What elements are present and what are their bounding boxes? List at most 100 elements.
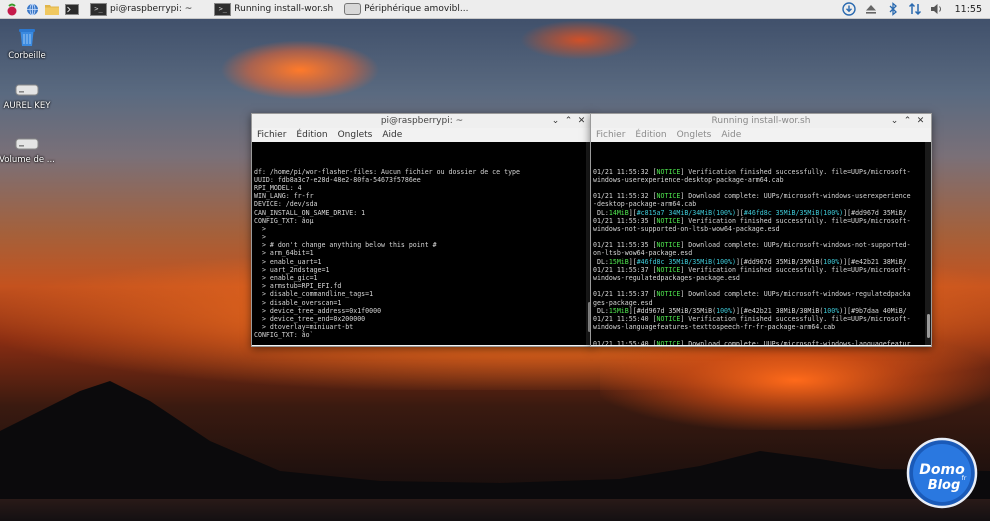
sunset-cloud-glow bbox=[220, 40, 380, 100]
menu-onglets[interactable]: Onglets bbox=[676, 130, 713, 140]
taskbar: >_ pi@raspberrypi: ~ >_ Running install-… bbox=[0, 0, 990, 19]
terminal-line: df: /home/pi/wor-flasher-files: Aucun fi… bbox=[254, 167, 520, 176]
terminal-segment: ] Download complete: UUPs/microsoft-wind… bbox=[680, 290, 911, 299]
window-title: Running install-wor.sh bbox=[711, 116, 811, 126]
maximize-button[interactable]: ⌃ bbox=[562, 116, 575, 126]
window-titlebar[interactable]: pi@raspberrypi: ~ ⌄ ⌃ ✕ bbox=[252, 114, 592, 128]
terminal-segment: 100% bbox=[716, 306, 732, 315]
window-title: pi@raspberrypi: ~ bbox=[380, 116, 464, 126]
terminal-line: > disable_commandline_tags=1 bbox=[254, 290, 374, 299]
task-label: Périphérique amovibl... bbox=[364, 4, 469, 14]
task-label: pi@raspberrypi: ~ bbox=[110, 4, 193, 14]
terminal-segment: 01/21 11:55:35 [ bbox=[593, 241, 657, 250]
terminal-segment: ][ bbox=[628, 257, 637, 266]
terminal-segment: NOTICE bbox=[656, 290, 681, 299]
bluetooth-icon[interactable] bbox=[885, 1, 901, 17]
terminal-segment: ][ bbox=[735, 208, 744, 217]
terminal-line: > device_tree_address=0x1f0000 bbox=[254, 306, 382, 315]
terminal-output[interactable]: 01/21 11:55:32 [NOTICE] Verification fin… bbox=[591, 142, 931, 345]
taskbar-task-removable-drive[interactable]: Périphérique amovibl... bbox=[342, 1, 472, 17]
taskbar-task-install-wor[interactable]: >_ Running install-wor.sh bbox=[212, 1, 337, 17]
terminal-segment: -desktop-package-arm64.cab bbox=[593, 200, 697, 209]
terminal-segment: )][#e42b21 38MiB/ bbox=[839, 257, 907, 266]
terminal-line: 01/21 11:55:35 [NOTICE] Download complet… bbox=[593, 241, 923, 249]
volume-icon[interactable] bbox=[929, 1, 945, 17]
minimize-button[interactable]: ⌄ bbox=[888, 116, 901, 126]
menu-edition[interactable]: Édition bbox=[295, 130, 328, 140]
terminal-line: 01/21 11:55:40 [NOTICE] Verification fin… bbox=[593, 315, 923, 323]
download-icon[interactable] bbox=[841, 1, 857, 17]
desktop-icon-label: AUREL KEY bbox=[3, 101, 51, 111]
terminal-line: windows-languagefeatures-texttospeech-fr… bbox=[593, 323, 923, 331]
terminal-line: CAN_INSTALL_ON_SAME_DRIVE: 1 bbox=[254, 208, 366, 217]
taskbar-task-terminal[interactable]: >_ pi@raspberrypi: ~ bbox=[88, 1, 196, 17]
terminal-icon: >_ bbox=[214, 2, 232, 16]
taskbar-clock[interactable]: 11:55 bbox=[955, 4, 982, 15]
removable-drive-icon bbox=[344, 3, 362, 15]
menu-aide[interactable]: Aide bbox=[720, 130, 742, 140]
terminal-window-pi[interactable]: pi@raspberrypi: ~ ⌄ ⌃ ✕ Fichier Édition … bbox=[251, 113, 593, 347]
terminal-segment: DL: bbox=[593, 306, 609, 315]
terminal-segment: ] Verification finished successfully. fi… bbox=[680, 216, 911, 225]
terminal-segment: 100% bbox=[823, 306, 840, 315]
terminal-segment: NOTICE bbox=[656, 216, 681, 225]
menu-fichier[interactable]: Fichier bbox=[256, 130, 287, 140]
terminal-segment: DL: bbox=[593, 208, 609, 217]
terminal-segment: 14MiB bbox=[608, 208, 629, 217]
menu-edition[interactable]: Édition bbox=[634, 130, 667, 140]
desktop-icon-trash[interactable]: Corbeille bbox=[0, 26, 62, 61]
eject-icon[interactable] bbox=[863, 1, 879, 17]
terminal-line: > enable_uart=1 bbox=[254, 257, 322, 266]
terminal-line: RPI_MODEL: 4 bbox=[254, 183, 302, 192]
desktop-icon-label: Volume de ... bbox=[0, 155, 55, 165]
browser-globe-icon[interactable] bbox=[24, 2, 40, 16]
network-arrows-icon[interactable] bbox=[907, 1, 923, 17]
window-menubar: Fichier Édition Onglets Aide bbox=[252, 128, 592, 142]
menu-aide[interactable]: Aide bbox=[381, 130, 403, 140]
terminal-segment: windows-regulatedpackages-package.esd bbox=[593, 274, 740, 283]
terminal-segment: DL: bbox=[593, 257, 609, 266]
terminal-segment: ][#dd967d 35MiB/35MiB( bbox=[628, 306, 717, 315]
terminal-segment: windows-userexperience-desktop-package-a… bbox=[593, 175, 784, 184]
terminal-segment: ] Verification finished successfully. fi… bbox=[680, 167, 911, 176]
terminal-icon[interactable] bbox=[64, 2, 80, 16]
minimize-button[interactable]: ⌄ bbox=[549, 116, 562, 126]
close-button[interactable]: ✕ bbox=[575, 116, 588, 126]
logo-suffix: fr bbox=[962, 475, 967, 482]
menu-onglets[interactable]: Onglets bbox=[337, 130, 374, 140]
terminal-scrollbar[interactable] bbox=[925, 142, 931, 345]
mountain-silhouette bbox=[0, 381, 990, 501]
terminal-line: windows-not-supported-on-ltsb-wow64-pack… bbox=[593, 225, 923, 233]
terminal-output[interactable]: df: /home/pi/wor-flasher-files: Aucun fi… bbox=[252, 142, 592, 345]
file-manager-icon[interactable] bbox=[44, 2, 60, 16]
maximize-button[interactable]: ⌃ bbox=[901, 116, 914, 126]
terminal-line: > enable_gic=1 bbox=[254, 274, 318, 283]
terminal-segment: ] Verification finished successfully. fi… bbox=[680, 314, 911, 323]
terminal-segment: ges-package.esd bbox=[593, 298, 653, 307]
terminal-line: > uart_2ndstage=1 bbox=[254, 265, 330, 274]
terminal-line: CONFIG_TXT: âoµ bbox=[254, 216, 314, 225]
terminal-line: -desktop-package-arm64.cab bbox=[593, 200, 923, 208]
terminal-line: WIN_LANG: fr-fr bbox=[254, 192, 314, 201]
terminal-segment: 01/21 11:55:40 [ bbox=[593, 314, 657, 323]
terminal-window-install-wor[interactable]: Running install-wor.sh ⌄ ⌃ ✕ Fichier Édi… bbox=[590, 113, 932, 347]
window-titlebar[interactable]: Running install-wor.sh ⌄ ⌃ ✕ bbox=[591, 114, 931, 128]
terminal-segment: NOTICE bbox=[656, 192, 681, 201]
terminal-line: 01/21 11:55:35 [NOTICE] Verification fin… bbox=[593, 217, 923, 225]
close-button[interactable]: ✕ bbox=[914, 116, 927, 126]
terminal-segment: #46fd8c 35MiB/35MiB(100%) bbox=[636, 257, 736, 266]
desktop-icon-aurel-key[interactable]: AUREL KEY bbox=[0, 82, 62, 111]
desktop-icon-volume[interactable]: Volume de ... bbox=[0, 136, 62, 165]
terminal-segment: )][#e42b21 38MiB/38MiB( bbox=[731, 306, 824, 315]
menu-fichier[interactable]: Fichier bbox=[595, 130, 626, 140]
raspberry-menu-icon[interactable] bbox=[4, 2, 20, 16]
terminal-line: > dtoverlay=miniuart-bt bbox=[254, 323, 354, 332]
terminal-segment: on-ltsb-wow64-package.esd bbox=[593, 249, 693, 258]
terminal-segment: ][#dd967d 35MiB/35MiB( bbox=[735, 257, 824, 266]
domoblog-logo: Domo Blog fr bbox=[906, 437, 978, 509]
terminal-segment: ][#dd967d 35MiB/ bbox=[843, 208, 907, 217]
usb-drive-icon bbox=[15, 82, 39, 98]
